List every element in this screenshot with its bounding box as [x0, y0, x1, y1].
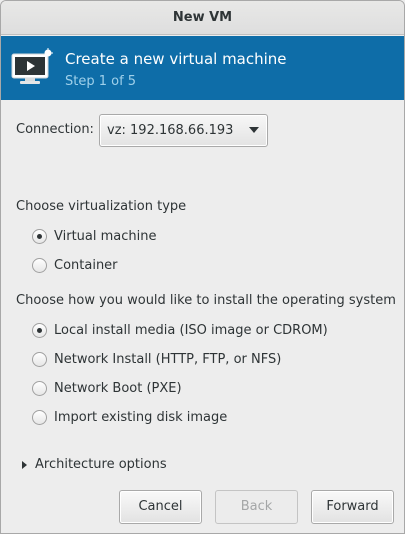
radio-button[interactable] [32, 258, 47, 273]
radio-button[interactable] [32, 323, 47, 338]
wizard-banner: Create a new virtual machine Step 1 of 5 [1, 36, 404, 100]
radio-button[interactable] [32, 229, 47, 244]
radio-button[interactable] [32, 410, 47, 425]
radio-label: Local install media (ISO image or CDROM) [54, 323, 328, 338]
back-button[interactable]: Back [215, 490, 298, 524]
wizard-step: Step 1 of 5 [65, 74, 137, 89]
window-title: New VM [1, 1, 404, 35]
forward-button[interactable]: Forward [311, 490, 394, 524]
virt-type-heading: Choose virtualization type [16, 199, 187, 214]
radio-label: Import existing disk image [54, 410, 228, 425]
radio-button[interactable] [32, 381, 47, 396]
connection-select[interactable]: vz: 192.168.66.193 [99, 114, 268, 147]
new-vm-window: New VM Create a new virtual machine Step… [0, 0, 405, 534]
connection-value: vz: 192.168.66.193 [107, 123, 234, 138]
install-heading: Choose how you would like to install the… [16, 293, 396, 308]
expander-arrow-icon [22, 461, 27, 469]
cancel-button[interactable]: Cancel [119, 490, 202, 524]
monitor-play-icon [11, 48, 53, 84]
connection-label: Connection: [16, 122, 94, 137]
radio-button[interactable] [32, 352, 47, 367]
radio-label: Network Install (HTTP, FTP, or NFS) [54, 352, 282, 367]
radio-label: Network Boot (PXE) [54, 381, 182, 396]
chevron-down-icon [249, 127, 259, 133]
architecture-label: Architecture options [35, 457, 167, 472]
radio-label: Container [54, 258, 118, 273]
wizard-title: Create a new virtual machine [65, 50, 287, 68]
radio-label: Virtual machine [54, 229, 157, 244]
